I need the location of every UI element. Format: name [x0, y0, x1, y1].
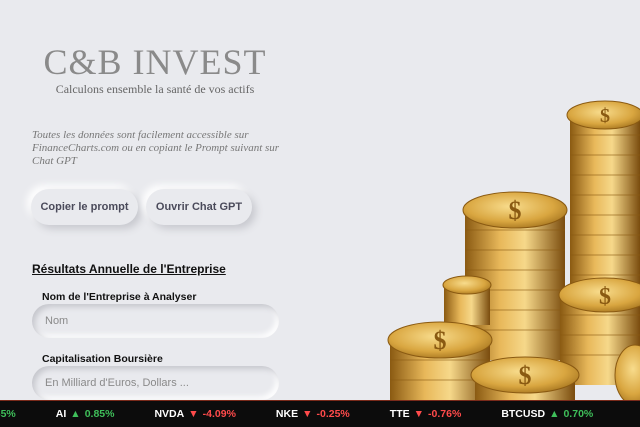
ticker-change: 0.70%: [563, 408, 594, 420]
ticker-change: 0.85%: [0, 408, 16, 420]
intro-text: Toutes les données sont facilement acces…: [32, 129, 280, 167]
triangle-down-icon: ▼: [188, 408, 199, 420]
ticker-change: -0.25%: [316, 408, 350, 420]
ticker-symbol: TTE: [389, 408, 410, 420]
ticker-change: -4.09%: [202, 408, 236, 420]
ticker-symbol: NVDA: [154, 408, 185, 420]
company-name-field[interactable]: [32, 304, 279, 338]
stock-ticker: 0.85% AI ▲ 0.85% NVDA ▼ -4.09% NKE ▼ -0.…: [0, 400, 640, 427]
brand-subtitle: Calculons ensemble la santé de vos actif…: [55, 82, 255, 96]
ticker-item: NKE ▼ -0.25%: [276, 408, 350, 420]
copy-prompt-button[interactable]: Copier le prompt: [31, 189, 138, 225]
market-cap-field[interactable]: [32, 366, 279, 400]
brand: C&B INVEST Calculons ensemble la santé d…: [0, 42, 310, 97]
ticker-symbol: AI: [55, 408, 67, 420]
ticker-item: TTE ▼ -0.76%: [390, 408, 462, 420]
market-cap-input[interactable]: [43, 376, 279, 390]
triangle-up-icon: ▲: [549, 408, 560, 420]
company-name-input[interactable]: [43, 314, 279, 328]
triangle-down-icon: ▼: [413, 408, 425, 420]
svg-text:$: $: [434, 326, 447, 355]
ticker-item: BTCUSD ▲ 0.70%: [501, 408, 593, 420]
open-chatgpt-button[interactable]: Ouvrir Chat GPT: [146, 189, 252, 225]
market-cap-label: Capitalisation Boursière: [42, 353, 163, 365]
ticker-item: AI ▲ 0.85%: [56, 408, 115, 420]
svg-text:$: $: [600, 105, 610, 127]
ticker-change: 0.85%: [84, 408, 115, 420]
triangle-down-icon: ▼: [302, 408, 313, 420]
section-title: Résultats Annuelle de l'Entreprise: [32, 262, 226, 276]
company-name-label: Nom de l'Entreprise à Analyser: [42, 291, 197, 303]
ticker-change: -0.76%: [428, 408, 462, 420]
gold-coins-image: $ $ $ $ $: [387, 100, 640, 400]
svg-text:$: $: [509, 196, 522, 225]
svg-text:$: $: [519, 361, 532, 390]
brand-title: C&B INVEST: [43, 42, 267, 82]
ticker-item: 0.85%: [0, 408, 16, 420]
ticker-symbol: BTCUSD: [501, 408, 546, 420]
ticker-item: NVDA ▼ -4.09%: [154, 408, 235, 420]
svg-text:$: $: [599, 284, 611, 310]
ticker-symbol: NKE: [275, 408, 299, 420]
triangle-up-icon: ▲: [70, 408, 81, 420]
